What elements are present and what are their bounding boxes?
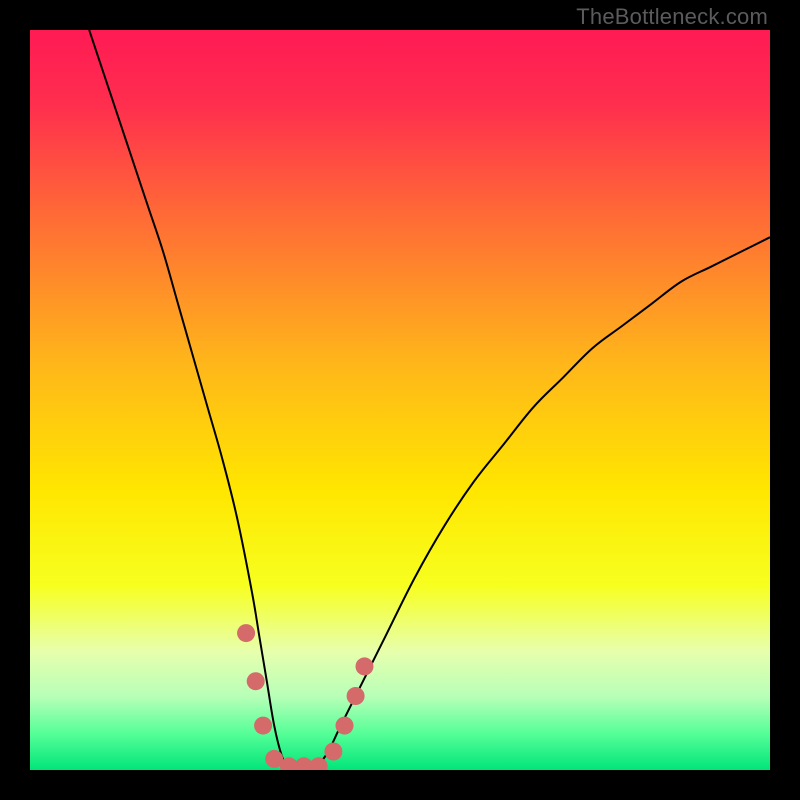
highlight-dots-group [237, 624, 373, 770]
bottleneck-curve-path [89, 30, 770, 770]
highlight-dot [324, 743, 342, 761]
highlight-dot [247, 672, 265, 690]
chart-container: TheBottleneck.com [0, 0, 800, 800]
highlight-dot [310, 757, 328, 770]
highlight-dot [254, 717, 272, 735]
highlight-dot [355, 657, 373, 675]
watermark-text: TheBottleneck.com [576, 4, 768, 30]
highlight-dot [336, 717, 354, 735]
highlight-dot [237, 624, 255, 642]
curve-layer [30, 30, 770, 770]
highlight-dot [347, 687, 365, 705]
plot-area [30, 30, 770, 770]
